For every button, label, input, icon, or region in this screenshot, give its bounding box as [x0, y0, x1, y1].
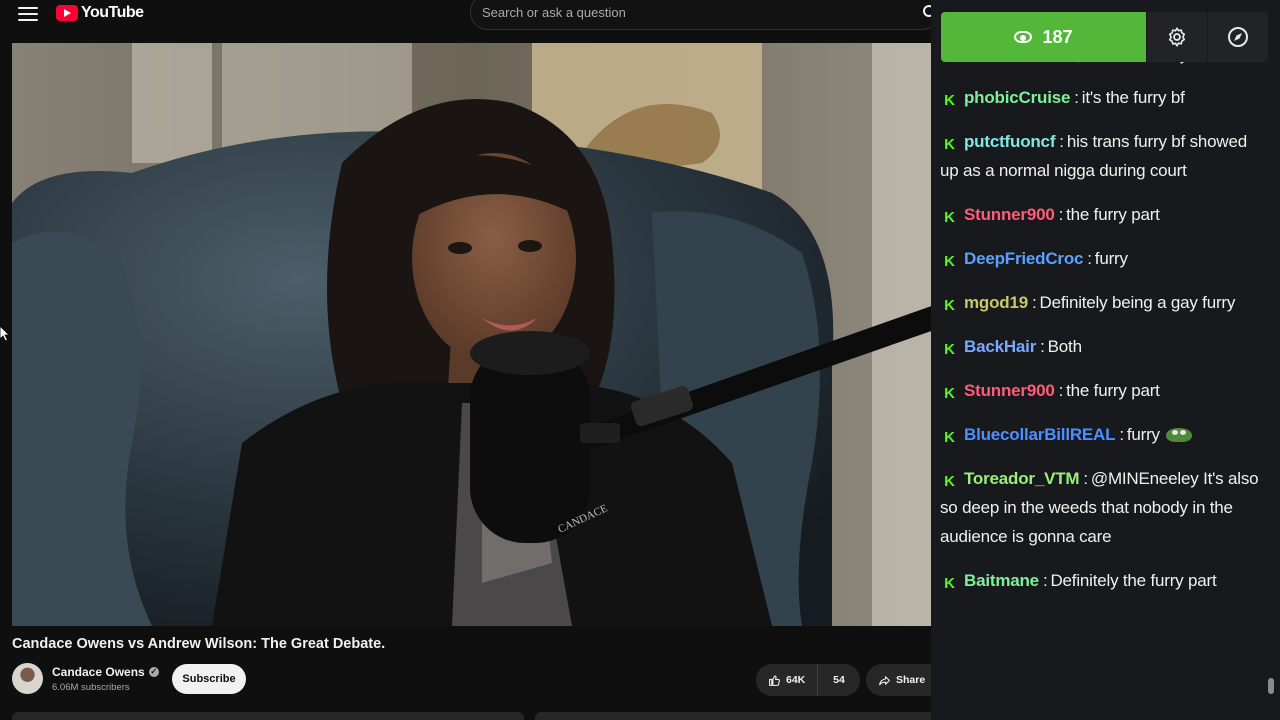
kick-badge-icon: K [940, 428, 959, 447]
chat-username[interactable]: Baitmane [964, 571, 1039, 590]
channel-name[interactable]: Candace Owens [52, 665, 145, 679]
share-button[interactable]: Share [866, 664, 940, 696]
chat-message: Kmgod19: Definitely being a gay furry [940, 288, 1266, 317]
chat-message-text: the furry part [1066, 381, 1160, 400]
chat-message: K Stunner900: the furry part [940, 200, 1266, 229]
video-title: Candace Owens vs Andrew Wilson: The Grea… [12, 636, 386, 652]
video-frame: CANDACE [12, 43, 940, 626]
youtube-logo[interactable]: YouTube [56, 4, 144, 22]
verified-badge-icon: ✓ [148, 667, 159, 677]
chat-username[interactable]: putctfuoncf [964, 132, 1055, 151]
chat-message-text: Definitely the furry part [1050, 571, 1217, 590]
description-panel-edge [12, 712, 524, 720]
chat-message: K DeepFriedCroc: furry [940, 244, 1266, 273]
thumbs-up-icon [769, 675, 780, 686]
chat-separator: : [1058, 205, 1064, 224]
gear-icon [1168, 27, 1186, 47]
channel-avatar[interactable] [12, 663, 43, 694]
chat-message-text: Both [1047, 337, 1082, 356]
chat-message: K Toreador_VTM: @MINEneeley It's also so d… [940, 464, 1266, 551]
viewer-count: 187 [1042, 26, 1073, 47]
chat-message: K BluecollarBillREAL: furry [940, 420, 1266, 449]
subscriber-count: 6.06M subscribers [52, 682, 130, 693]
chat-message-text: Definitely being a gay furry [1039, 293, 1236, 312]
chat-separator: : [1059, 132, 1064, 151]
chat-username[interactable]: DeepFriedCroc [964, 249, 1083, 268]
chat-toolbar: 187 [941, 12, 1269, 62]
kick-badge-icon: K [940, 252, 959, 271]
menu-icon[interactable] [18, 5, 38, 23]
subscribe-button[interactable]: Subscribe [172, 664, 246, 694]
share-icon [879, 675, 890, 685]
mouse-cursor-icon [0, 326, 10, 342]
dislike-count: 54 [833, 674, 845, 686]
kick-badge-icon: K [940, 340, 959, 359]
search-box[interactable] [470, 0, 940, 30]
viewer-count-button[interactable]: 187 [941, 12, 1146, 62]
chat-message-text: the furry part [1066, 205, 1160, 224]
youtube-play-icon [56, 5, 78, 21]
chat-message: KphobicCruise: it's the furry bf [940, 83, 1266, 112]
eye-icon [1014, 31, 1033, 43]
chat-username[interactable]: BackHair [964, 337, 1036, 356]
chat-username[interactable]: Stunner900 [964, 205, 1055, 224]
like-button[interactable]: 64K [756, 664, 818, 696]
kick-badge-icon: K [940, 91, 959, 110]
logo-text: YouTube [81, 4, 144, 21]
chat-separator: : [1087, 249, 1092, 268]
kick-badge-icon: K [940, 296, 959, 315]
dislike-button[interactable]: 54 [818, 674, 860, 686]
chat-message-list: KChris2027:No, he's a femboy loverKphobi… [940, 40, 1266, 610]
search-input[interactable] [482, 5, 912, 20]
chat-message-text: furry [1126, 425, 1160, 444]
chat-separator: : [1083, 469, 1088, 488]
share-label: Share [896, 674, 926, 686]
chat-separator: : [1074, 88, 1079, 107]
kick-badge-icon: K [940, 208, 959, 227]
chat-message-text: furry [1094, 249, 1128, 268]
chat-popout-button[interactable] [1207, 12, 1268, 62]
kick-badge-icon: K [940, 574, 959, 593]
chat-separator: : [1040, 337, 1045, 356]
chat-separator: : [1119, 425, 1124, 444]
chat-username[interactable]: Stunner900 [964, 381, 1055, 400]
chat-message: K Stunner900: the furry part [940, 376, 1266, 405]
chat-message-text: it's the furry bf [1081, 88, 1185, 107]
youtube-header: YouTube [0, 0, 940, 30]
chat-username[interactable]: mgod19 [964, 293, 1028, 312]
video-player[interactable]: CANDACE [12, 43, 940, 626]
channel-name-link[interactable]: Candace Owens ✓ [52, 665, 159, 679]
chat-scrollbar[interactable] [1268, 678, 1274, 694]
chat-separator: : [1042, 571, 1048, 590]
chat-settings-button[interactable] [1146, 12, 1207, 62]
comments-panel-edge [535, 712, 940, 720]
chat-message: K BackHair: Both [940, 332, 1266, 361]
kick-badge-icon: K [940, 384, 959, 403]
chat-username[interactable]: Toreador_VTM [964, 469, 1080, 488]
chat-username[interactable]: phobicCruise [964, 88, 1070, 107]
chat-separator: : [1058, 381, 1064, 400]
chat-separator: : [1031, 293, 1037, 312]
like-count: 64K [786, 674, 806, 686]
compass-icon [1228, 27, 1248, 47]
chat-panel: 187 KChris2027:No, he's a femboy loverKp… [931, 0, 1280, 720]
pepe-emote-icon [1165, 428, 1192, 442]
chat-message: K Baitmane: Definitely the furry part [940, 566, 1266, 595]
chat-message: Kputctfuoncf: his trans furry bf showed u… [940, 127, 1266, 185]
kick-badge-icon: K [940, 135, 959, 154]
kick-badge-icon: K [940, 472, 959, 491]
chat-username[interactable]: BluecollarBillREAL [964, 425, 1116, 444]
like-dislike-group: 64K 54 [756, 664, 860, 696]
